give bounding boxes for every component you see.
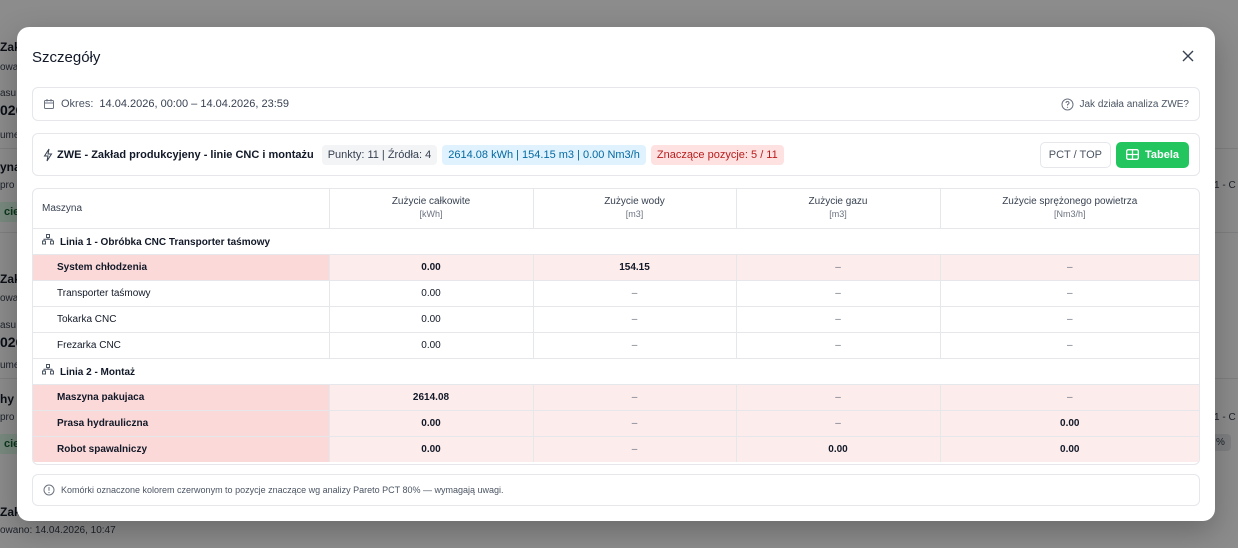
value-cell: – xyxy=(533,436,737,462)
value-cell: – xyxy=(736,384,941,411)
value-cell: 0.00 xyxy=(940,436,1199,462)
help-label: Jak działa analiza ZWE? xyxy=(1079,98,1190,110)
value-cell: – xyxy=(736,332,941,359)
totals-badge: 2614.08 kWh | 154.15 m3 | 0.00 Nm3/h xyxy=(442,144,646,165)
details-modal: Szczegóły Okres: 14.04.2026, 00:00 – 14.… xyxy=(17,27,1215,521)
column-header-machine[interactable]: Maszyna xyxy=(33,189,330,229)
group-label: Linia 2 - Montaż xyxy=(60,367,135,378)
modal-title: Szczegóły xyxy=(32,49,101,66)
value-cell: 0.00 xyxy=(736,436,941,462)
value-cell: – xyxy=(940,280,1199,307)
column-label: Zużycie gazu xyxy=(808,196,868,208)
table-row[interactable]: Prasa hydrauliczna 0.00 – – 0.00 xyxy=(33,410,1199,437)
machine-name-cell: Robot spawalniczy xyxy=(33,436,330,462)
column-unit: [kWh] xyxy=(419,209,443,220)
value-cell: – xyxy=(940,254,1199,281)
close-button[interactable] xyxy=(1179,47,1197,65)
hierarchy-icon xyxy=(42,234,54,245)
table-button[interactable]: Tabela xyxy=(1115,141,1189,168)
period-label: Okres: xyxy=(61,98,94,110)
value-cell: 0.00 xyxy=(329,280,534,307)
value-cell: – xyxy=(533,332,737,359)
group-row: Linia 2 - Montaż xyxy=(33,358,1199,385)
machine-name-cell: Transporter taśmowy xyxy=(33,280,330,307)
column-header-water[interactable]: Zużycie wody [m3] xyxy=(533,189,737,229)
calendar-icon xyxy=(44,99,54,109)
column-header-gas[interactable]: Zużycie gazu [m3] xyxy=(736,189,941,229)
value-cell: 0.00 xyxy=(329,410,534,437)
value-cell: – xyxy=(533,280,737,307)
column-header-total[interactable]: Zużycie całkowite [kWh] xyxy=(329,189,534,229)
column-header-air[interactable]: Zużycie sprężonego powietrza [Nm3/h] xyxy=(940,189,1199,229)
group-label: Linia 1 - Obróbka CNC Transporter taśmow… xyxy=(60,237,271,248)
machine-name-cell: Tokarka CNC xyxy=(33,306,330,333)
help-link[interactable]: Jak działa analiza ZWE? xyxy=(1061,98,1190,111)
value-cell: – xyxy=(736,254,941,281)
value-cell: – xyxy=(736,306,941,333)
column-label: Maszyna xyxy=(42,202,83,214)
column-unit: [Nm3/h] xyxy=(1053,209,1086,220)
column-unit: [m3] xyxy=(829,209,847,220)
column-label: Zużycie sprężonego powietrza xyxy=(1002,196,1138,208)
consumption-table: Maszyna Zużycie całkowite [kWh] Zużycie w… xyxy=(32,188,1200,465)
table-row[interactable]: Robot spawalniczy 0.00 – 0.00 0.00 xyxy=(33,436,1199,462)
info-icon xyxy=(43,484,55,496)
pct-top-button[interactable]: PCT / TOP xyxy=(1039,141,1111,168)
summary-bar: ZWE - Zakład produkcyjeny - linie CNC i … xyxy=(32,133,1200,176)
period-value: 14.04.2026, 00:00 – 14.04.2026, 23:59 xyxy=(99,98,290,110)
machine-name-cell: System chłodzenia xyxy=(33,254,330,281)
value-cell: – xyxy=(736,410,941,437)
table-row[interactable]: Transporter taśmowy 0.00 – – – xyxy=(33,280,1199,307)
value-cell: – xyxy=(940,384,1199,411)
column-label: Zużycie całkowite xyxy=(391,196,471,208)
column-unit: [m3] xyxy=(625,209,644,220)
footnote: Komórki oznaczone kolorem czerwonym to p… xyxy=(32,474,1200,506)
value-cell: 0.00 xyxy=(940,410,1199,437)
value-cell: – xyxy=(533,306,737,333)
summary-title: ZWE - Zakład produkcyjeny - linie CNC i … xyxy=(57,148,314,161)
value-cell: 2614.08 xyxy=(329,384,534,411)
help-icon xyxy=(1061,98,1073,110)
group-row: Linia 1 - Obróbka CNC Transporter taśmow… xyxy=(33,228,1199,255)
table-icon xyxy=(1126,149,1139,160)
lightning-icon xyxy=(43,148,53,161)
value-cell: 154.15 xyxy=(533,254,737,281)
value-cell: 0.00 xyxy=(329,306,534,333)
machine-name-cell: Frezarka CNC xyxy=(33,332,330,359)
value-cell: 0.00 xyxy=(329,254,534,281)
machine-name-cell: Maszyna pakujaca xyxy=(33,384,330,411)
value-cell: – xyxy=(533,410,737,437)
table-row[interactable]: Maszyna pakujaca 2614.08 – – – xyxy=(33,384,1199,411)
points-badge: Punkty: 11 | Źródła: 4 xyxy=(321,144,438,165)
footnote-text: Komórki oznaczone kolorem czerwonym to p… xyxy=(61,485,504,495)
significant-badge: Znaczące pozycje: 5 / 11 xyxy=(650,144,784,165)
value-cell: 0.00 xyxy=(329,436,534,462)
close-icon xyxy=(1182,50,1194,62)
column-label: Zużycie wody xyxy=(604,196,665,208)
table-row[interactable]: Tokarka CNC 0.00 – – – xyxy=(33,306,1199,333)
value-cell: 0.00 xyxy=(329,332,534,359)
value-cell: – xyxy=(940,332,1199,359)
period-bar: Okres: 14.04.2026, 00:00 – 14.04.2026, 2… xyxy=(32,87,1200,121)
value-cell: – xyxy=(736,280,941,307)
table-row[interactable]: Frezarka CNC 0.00 – – – xyxy=(33,332,1199,359)
value-cell: – xyxy=(940,306,1199,333)
table-button-label: Tabela xyxy=(1144,148,1179,161)
value-cell: – xyxy=(533,384,737,411)
table-row[interactable]: System chłodzenia 0.00 154.15 – – xyxy=(33,254,1199,281)
machine-name-cell: Prasa hydrauliczna xyxy=(33,410,330,437)
hierarchy-icon xyxy=(42,364,54,375)
